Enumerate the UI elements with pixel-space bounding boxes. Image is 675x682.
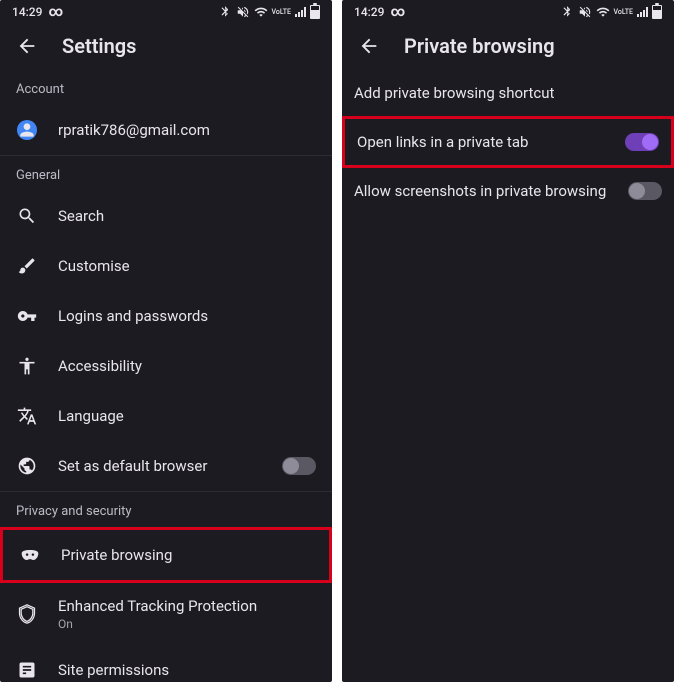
status-time: 14:29 <box>354 5 384 19</box>
row-accessibility[interactable]: Accessibility <box>0 341 332 391</box>
bluetooth-icon <box>560 5 574 19</box>
brush-icon <box>16 255 38 277</box>
row-customise[interactable]: Customise <box>0 241 332 291</box>
battery-icon <box>310 5 320 19</box>
back-icon[interactable] <box>16 35 38 57</box>
row-label: Language <box>58 407 316 425</box>
row-etp[interactable]: Enhanced Tracking Protection On <box>0 583 332 645</box>
private-browsing-screen: 14:29 ∞ VoLTE Private browsing Add priva… <box>342 0 674 682</box>
row-label: Open links in a private tab <box>357 133 615 151</box>
mute-icon <box>578 5 592 19</box>
wifi-off-icon <box>254 5 268 19</box>
section-privacy-header: Privacy and security <box>0 491 332 527</box>
row-language[interactable]: Language <box>0 391 332 441</box>
key-icon <box>16 305 38 327</box>
row-label: Site permissions <box>58 661 316 679</box>
globe-icon <box>16 455 38 477</box>
row-private-browsing[interactable]: Private browsing <box>0 527 332 583</box>
row-label: Allow screenshots in private browsing <box>354 182 618 200</box>
mask-icon <box>19 544 41 566</box>
infinity-icon: ∞ <box>390 4 405 20</box>
battery-icon <box>652 5 662 19</box>
row-label: Logins and passwords <box>58 307 316 325</box>
app-bar: Settings <box>0 22 332 70</box>
status-bar: 14:29 ∞ VoLTE <box>0 0 332 22</box>
row-allow-screenshots[interactable]: Allow screenshots in private browsing <box>342 168 674 214</box>
search-icon <box>16 205 38 227</box>
row-default-browser[interactable]: Set as default browser <box>0 441 332 491</box>
row-site-permissions[interactable]: Site permissions <box>0 645 332 682</box>
network-label-1: VoLTE <box>272 9 291 16</box>
page-title: Settings <box>62 34 136 58</box>
row-label: Accessibility <box>58 357 316 375</box>
row-logins[interactable]: Logins and passwords <box>0 291 332 341</box>
wifi-off-icon <box>596 5 610 19</box>
network-label-1: VoLTE <box>614 9 633 16</box>
row-open-links-private[interactable]: Open links in a private tab <box>342 116 674 168</box>
signal-bars-1 <box>637 7 648 17</box>
status-icons: VoLTE <box>218 5 320 19</box>
row-add-shortcut[interactable]: Add private browsing shortcut <box>342 70 674 116</box>
section-general-header: General <box>0 155 332 191</box>
permissions-icon <box>16 659 38 681</box>
row-label: Customise <box>58 257 316 275</box>
bluetooth-icon <box>218 5 232 19</box>
toggle-allow-screenshots[interactable] <box>628 182 662 200</box>
accessibility-icon <box>16 355 38 377</box>
row-label: Set as default browser <box>58 457 262 475</box>
account-row[interactable]: rpratik786@gmail.com <box>0 105 332 155</box>
mute-icon <box>236 5 250 19</box>
toggle-default-browser[interactable] <box>282 457 316 475</box>
page-title: Private browsing <box>404 34 555 58</box>
row-search[interactable]: Search <box>0 191 332 241</box>
app-bar: Private browsing <box>342 22 674 70</box>
shield-icon <box>16 603 38 625</box>
row-label: Search <box>58 207 316 225</box>
row-label: Enhanced Tracking Protection <box>58 597 316 615</box>
toggle-open-links-private[interactable] <box>625 133 659 151</box>
row-label: Private browsing <box>61 546 313 564</box>
status-time: 14:29 <box>12 5 42 19</box>
row-label: Add private browsing shortcut <box>354 84 662 102</box>
back-icon[interactable] <box>358 35 380 57</box>
avatar-icon <box>17 120 37 140</box>
status-bar: 14:29 ∞ VoLTE <box>342 0 674 22</box>
infinity-icon: ∞ <box>48 4 63 20</box>
status-icons: VoLTE <box>560 5 662 19</box>
account-email: rpratik786@gmail.com <box>58 121 316 139</box>
section-account-header: Account <box>0 70 332 105</box>
language-icon <box>16 405 38 427</box>
signal-bars-1 <box>295 7 306 17</box>
settings-screen: 14:29 ∞ VoLTE Settings Account rpratik78… <box>0 0 332 682</box>
row-sublabel: On <box>58 617 316 631</box>
